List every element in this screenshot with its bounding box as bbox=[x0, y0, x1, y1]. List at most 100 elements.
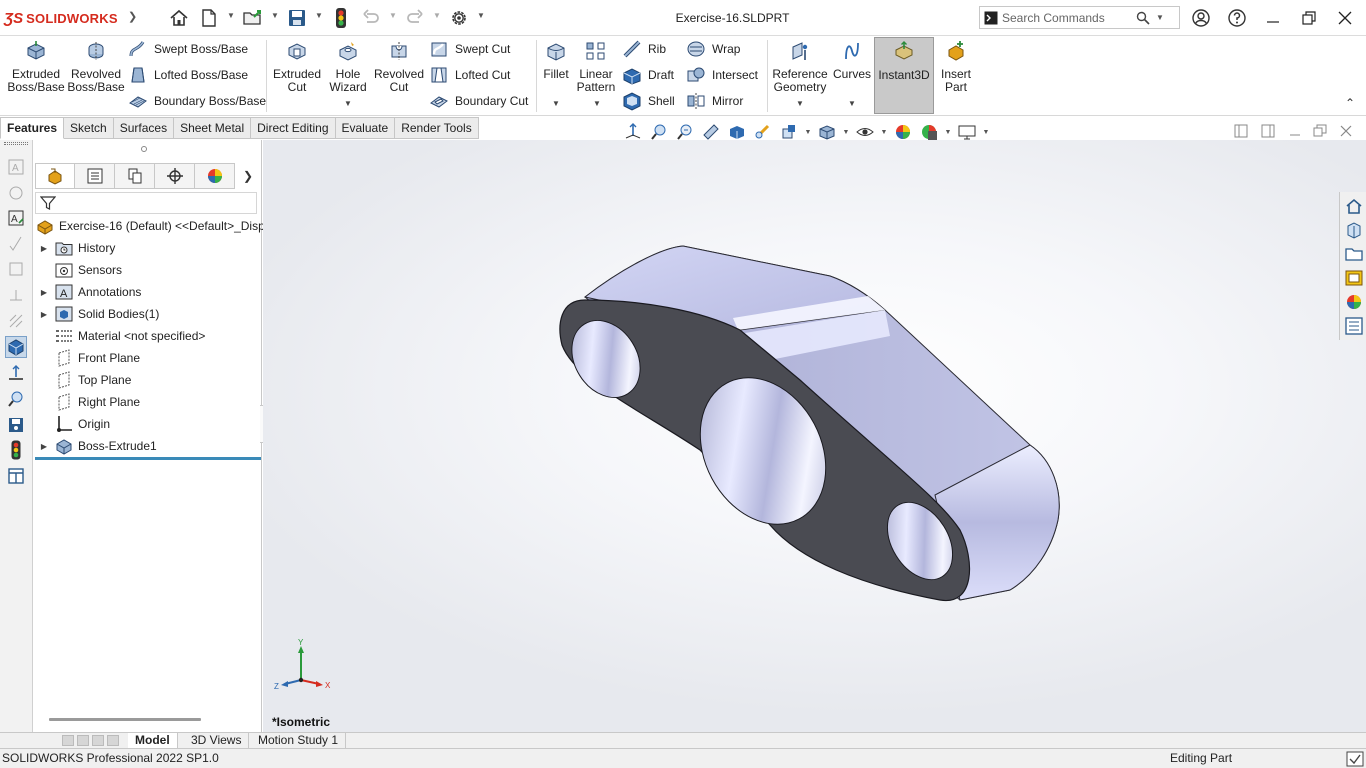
swept-boss-button[interactable]: Swept Boss/Base bbox=[128, 38, 248, 60]
view-orientation-dropdown-icon[interactable]: ▼ bbox=[804, 129, 812, 136]
split-view-icon[interactable] bbox=[5, 465, 27, 487]
reference-geometry-dropdown-icon[interactable]: ▼ bbox=[796, 99, 804, 108]
hole-wizard-button[interactable]: Hole Wizard bbox=[324, 40, 372, 94]
first-tab-nav-icon[interactable] bbox=[62, 735, 74, 746]
undo-icon[interactable] bbox=[359, 6, 383, 30]
section-view-icon[interactable] bbox=[700, 121, 722, 143]
search-commands[interactable]: ▼ bbox=[979, 6, 1180, 29]
viewport-tile-left-icon[interactable] bbox=[1234, 124, 1248, 138]
tab-sketch[interactable]: Sketch bbox=[64, 117, 114, 139]
restore-icon[interactable] bbox=[1295, 6, 1323, 30]
design-library-icon[interactable] bbox=[1343, 219, 1364, 240]
search-dropdown-icon[interactable]: ▼ bbox=[1154, 13, 1166, 22]
intersect-button[interactable]: Intersect bbox=[686, 64, 758, 86]
mirror-button[interactable]: Mirror bbox=[686, 90, 743, 112]
close-icon[interactable] bbox=[1331, 6, 1359, 30]
apply-scene-icon[interactable] bbox=[918, 121, 940, 143]
apply-scene-dropdown-icon[interactable]: ▼ bbox=[944, 129, 952, 136]
tree-root-part[interactable]: Exercise-16 (Default) <<Default>_Disp bbox=[36, 216, 265, 236]
expand-arrow-icon[interactable]: ▶ bbox=[39, 288, 49, 297]
view-orientation-icon[interactable] bbox=[778, 121, 800, 143]
linear-pattern-button[interactable]: Linear Pattern bbox=[574, 40, 618, 94]
curves-button[interactable]: Curves bbox=[831, 40, 873, 81]
tab-sheet-metal[interactable]: Sheet Metal bbox=[174, 117, 252, 139]
part-model[interactable] bbox=[263, 140, 1366, 732]
wrap-button[interactable]: Wrap bbox=[686, 38, 740, 60]
tab-features[interactable]: Features bbox=[0, 117, 65, 139]
viewport-minimize-icon[interactable] bbox=[1288, 124, 1302, 138]
tree-item-origin[interactable]: Origin bbox=[39, 414, 110, 434]
tree-item-boss-extrude1[interactable]: ▶ Boss-Extrude1 bbox=[39, 436, 157, 456]
view-3d-icon[interactable] bbox=[5, 336, 27, 358]
account-icon[interactable] bbox=[1187, 6, 1215, 30]
fillet-button[interactable]: Fillet bbox=[538, 40, 574, 81]
tree-item-right-plane[interactable]: Right Plane bbox=[39, 392, 140, 412]
swept-cut-button[interactable]: Swept Cut bbox=[429, 38, 510, 60]
weld-symbol-icon[interactable] bbox=[5, 284, 27, 306]
view-setting-monitor-icon[interactable] bbox=[956, 121, 978, 143]
display-manager-tab-icon[interactable] bbox=[195, 163, 235, 189]
text-annotation-icon[interactable]: A bbox=[5, 207, 27, 229]
surface-finish-icon[interactable] bbox=[5, 232, 27, 254]
hole-wizard-dropdown-icon[interactable]: ▼ bbox=[344, 99, 352, 108]
more-tabs-chevron-icon[interactable]: ❯ bbox=[235, 163, 261, 189]
edit-appearance-icon[interactable] bbox=[892, 121, 914, 143]
rib-button[interactable]: Rib bbox=[622, 38, 666, 60]
graphics-area[interactable]: Y X Z bbox=[263, 140, 1366, 732]
open-icon[interactable] bbox=[241, 6, 265, 30]
rebuild-traffic-light-icon[interactable] bbox=[329, 6, 353, 30]
tab-direct-editing[interactable]: Direct Editing bbox=[251, 117, 336, 139]
tree-item-material[interactable]: Material <not specified> bbox=[39, 326, 205, 346]
shell-button[interactable]: Shell bbox=[622, 90, 675, 112]
tab-model[interactable]: Model bbox=[128, 733, 178, 748]
fillet-dropdown-icon[interactable]: ▼ bbox=[552, 99, 560, 108]
extruded-boss-button[interactable]: Extruded Boss/Base bbox=[6, 40, 66, 94]
property-manager-tab-icon[interactable] bbox=[75, 163, 115, 189]
revolved-cut-button[interactable]: Revolved Cut bbox=[372, 40, 426, 94]
insert-part-button[interactable]: Insert Part bbox=[936, 40, 976, 94]
feature-tree-tab-icon[interactable] bbox=[35, 163, 75, 189]
dimxpert-manager-tab-icon[interactable] bbox=[155, 163, 195, 189]
tree-item-top-plane[interactable]: Top Plane bbox=[39, 370, 131, 390]
viewport-restore-icon[interactable] bbox=[1313, 124, 1327, 138]
search-input[interactable] bbox=[1002, 10, 1132, 25]
dynamic-annotation-views-icon[interactable] bbox=[726, 121, 748, 143]
expand-arrow-icon[interactable]: ▶ bbox=[39, 310, 49, 319]
tree-item-front-plane[interactable]: Front Plane bbox=[39, 348, 140, 368]
linear-pattern-dropdown-icon[interactable]: ▼ bbox=[593, 99, 601, 108]
lofted-cut-button[interactable]: Lofted Cut bbox=[429, 64, 510, 86]
open-dropdown-icon[interactable]: ▼ bbox=[271, 11, 279, 20]
rollback-bar[interactable] bbox=[35, 457, 261, 460]
view-palette-icon[interactable] bbox=[1343, 267, 1364, 288]
appearances-scenes-icon[interactable] bbox=[1343, 291, 1364, 312]
extruded-cut-button[interactable]: Extruded Cut bbox=[270, 40, 324, 94]
zoom-area-icon[interactable] bbox=[5, 388, 27, 410]
new-document-icon[interactable] bbox=[197, 6, 221, 30]
redo-icon[interactable] bbox=[403, 6, 427, 30]
redo-dropdown-icon[interactable]: ▼ bbox=[433, 11, 441, 20]
normal-to-icon[interactable] bbox=[5, 362, 27, 384]
note-icon[interactable]: A bbox=[5, 156, 27, 178]
save-icon[interactable] bbox=[285, 6, 309, 30]
boundary-boss-button[interactable]: Boundary Boss/Base bbox=[128, 90, 266, 112]
expand-arrow-icon[interactable]: ▶ bbox=[39, 244, 49, 253]
datum-icon[interactable] bbox=[5, 258, 27, 280]
next-tab-nav-icon[interactable] bbox=[92, 735, 104, 746]
tree-item-annotations[interactable]: ▶ A Annotations bbox=[39, 282, 141, 302]
undo-dropdown-icon[interactable]: ▼ bbox=[389, 11, 397, 20]
logo-menu-arrow-icon[interactable]: ❯ bbox=[128, 10, 137, 23]
tree-filter[interactable] bbox=[35, 192, 257, 214]
display-style-icon[interactable] bbox=[816, 121, 838, 143]
draft-button[interactable]: Draft bbox=[622, 64, 674, 86]
help-icon[interactable] bbox=[1223, 6, 1251, 30]
viewport-close-icon[interactable] bbox=[1339, 124, 1353, 138]
custom-properties-icon[interactable] bbox=[1343, 315, 1364, 336]
panel-pin-icon[interactable] bbox=[141, 146, 147, 152]
last-tab-nav-icon[interactable] bbox=[107, 735, 119, 746]
tab-motion-study-1[interactable]: Motion Study 1 bbox=[251, 733, 347, 748]
collapse-ribbon-icon[interactable]: ⌃ bbox=[1345, 96, 1355, 110]
save-dropdown-icon[interactable]: ▼ bbox=[315, 11, 323, 20]
options-gear-icon[interactable] bbox=[447, 6, 471, 30]
home-icon[interactable] bbox=[167, 6, 191, 30]
tab-surfaces[interactable]: Surfaces bbox=[113, 117, 175, 139]
